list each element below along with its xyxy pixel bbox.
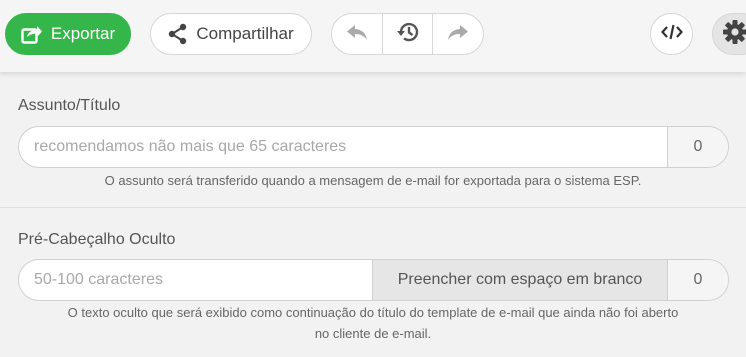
code-icon — [660, 22, 683, 47]
history-button-group — [331, 13, 484, 55]
redo-button[interactable] — [432, 14, 483, 54]
export-icon — [21, 24, 43, 44]
subject-input[interactable] — [19, 127, 667, 167]
preheader-help-line-1: O texto oculto que será exibido como con… — [67, 305, 679, 320]
section-divider — [0, 207, 746, 208]
preheader-help-line-2: no cliente de e-mail. — [314, 326, 432, 341]
share-label: Compartilhar — [196, 24, 294, 43]
subject-help-text: O assunto será transferido quando a mens… — [104, 173, 642, 188]
toolbar: Exportar Compartilhar — [0, 0, 746, 72]
export-button[interactable]: Exportar — [5, 13, 131, 55]
undo-button[interactable] — [332, 14, 382, 54]
gear-icon — [722, 19, 746, 50]
undo-icon — [346, 23, 368, 46]
preheader-label: Pré-Cabeçalho Oculto — [18, 231, 176, 248]
preheader-char-counter: 0 — [667, 260, 728, 300]
share-button[interactable]: Compartilhar — [150, 13, 312, 55]
subject-input-group: 0 — [18, 126, 729, 168]
redo-icon — [447, 23, 469, 46]
settings-button[interactable] — [712, 13, 746, 55]
history-icon — [396, 21, 420, 48]
subject-char-counter: 0 — [667, 127, 728, 167]
export-label: Exportar — [50, 24, 116, 43]
share-icon — [168, 23, 188, 45]
history-button[interactable] — [381, 14, 433, 54]
code-view-button[interactable] — [650, 13, 693, 55]
preheader-input-group: Preencher com espaço em branco 0 — [18, 259, 729, 301]
preheader-help-text: O texto oculto que será exibido como con… — [10, 302, 736, 344]
subject-label: Assunto/Título — [18, 97, 121, 114]
preheader-input[interactable] — [19, 260, 372, 300]
fill-whitespace-button[interactable]: Preencher com espaço em branco — [372, 260, 667, 300]
